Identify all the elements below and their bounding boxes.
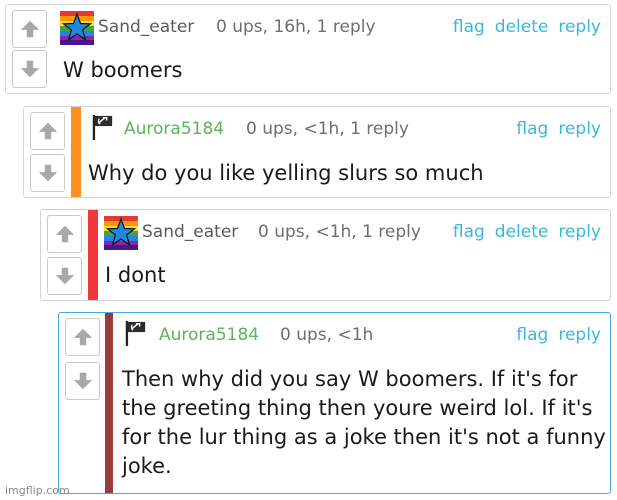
arrow-down-icon xyxy=(72,370,94,392)
comment-2: Aurora5184 0 ups, <1h, 1 reply flag reply… xyxy=(23,106,611,198)
comment-actions: flag delete reply xyxy=(443,222,601,242)
comment-header: Aurora5184 0 ups, <1h, 1 reply flag reply xyxy=(24,107,610,157)
rainbow-star-icon[interactable] xyxy=(104,216,138,250)
reply-link[interactable]: reply xyxy=(558,325,601,345)
username[interactable]: Aurora5184 xyxy=(159,325,259,345)
arrow-down-icon xyxy=(37,162,59,184)
comment-meta: 0 ups, <1h xyxy=(280,325,374,345)
delete-link[interactable]: delete xyxy=(495,222,549,242)
arrow-down-icon xyxy=(54,265,76,287)
hammer-sickle-flag-icon[interactable] xyxy=(123,319,147,347)
comment-meta: 0 ups, <1h, 1 reply xyxy=(258,222,421,242)
arrow-down-icon xyxy=(19,58,41,80)
comment-meta: 0 ups, <1h, 1 reply xyxy=(246,119,409,139)
flag-link[interactable]: flag xyxy=(516,119,548,139)
comment-header: Sand_eater 0 ups, <1h, 1 reply flag delet… xyxy=(41,210,610,260)
reply-link[interactable]: reply xyxy=(558,119,601,139)
flag-link[interactable]: flag xyxy=(453,17,485,37)
comment-actions: flag delete reply xyxy=(443,17,601,37)
comment-text: Why do you like yelling slurs so much xyxy=(88,161,484,185)
downvote-button[interactable] xyxy=(30,154,65,192)
comment-4: Aurora5184 0 ups, <1h flag reply Then why… xyxy=(58,312,611,494)
comment-actions: flag reply xyxy=(506,119,601,139)
reply-link[interactable]: reply xyxy=(558,17,601,37)
comment-1: Sand_eater 0 ups, 16h, 1 reply flag delet… xyxy=(5,4,611,94)
comment-text: I dont xyxy=(105,263,166,287)
hammer-sickle-flag-icon[interactable] xyxy=(90,113,114,141)
flag-link[interactable]: flag xyxy=(453,222,485,242)
comment-header: Aurora5184 0 ups, <1h flag reply xyxy=(59,313,610,363)
downvote-button[interactable] xyxy=(47,257,82,295)
downvote-button[interactable] xyxy=(12,50,47,88)
delete-link[interactable]: delete xyxy=(495,17,549,37)
username[interactable]: Aurora5184 xyxy=(124,119,224,139)
comment-text: Then why did you say W boomers. If it's … xyxy=(122,367,606,478)
comment-actions: flag reply xyxy=(506,325,601,345)
downvote-button[interactable] xyxy=(65,362,100,400)
reply-link[interactable]: reply xyxy=(558,222,601,242)
watermark: imgflip.com xyxy=(5,484,70,497)
rainbow-star-icon[interactable] xyxy=(60,11,94,45)
comment-meta: 0 ups, 16h, 1 reply xyxy=(216,17,376,37)
comment-text: W boomers xyxy=(63,58,183,82)
comment-3: Sand_eater 0 ups, <1h, 1 reply flag delet… xyxy=(40,209,611,301)
flag-link[interactable]: flag xyxy=(516,325,548,345)
username[interactable]: Sand_eater xyxy=(142,222,238,242)
username[interactable]: Sand_eater xyxy=(98,17,194,37)
comment-header: Sand_eater 0 ups, 16h, 1 reply flag delet… xyxy=(6,5,610,55)
